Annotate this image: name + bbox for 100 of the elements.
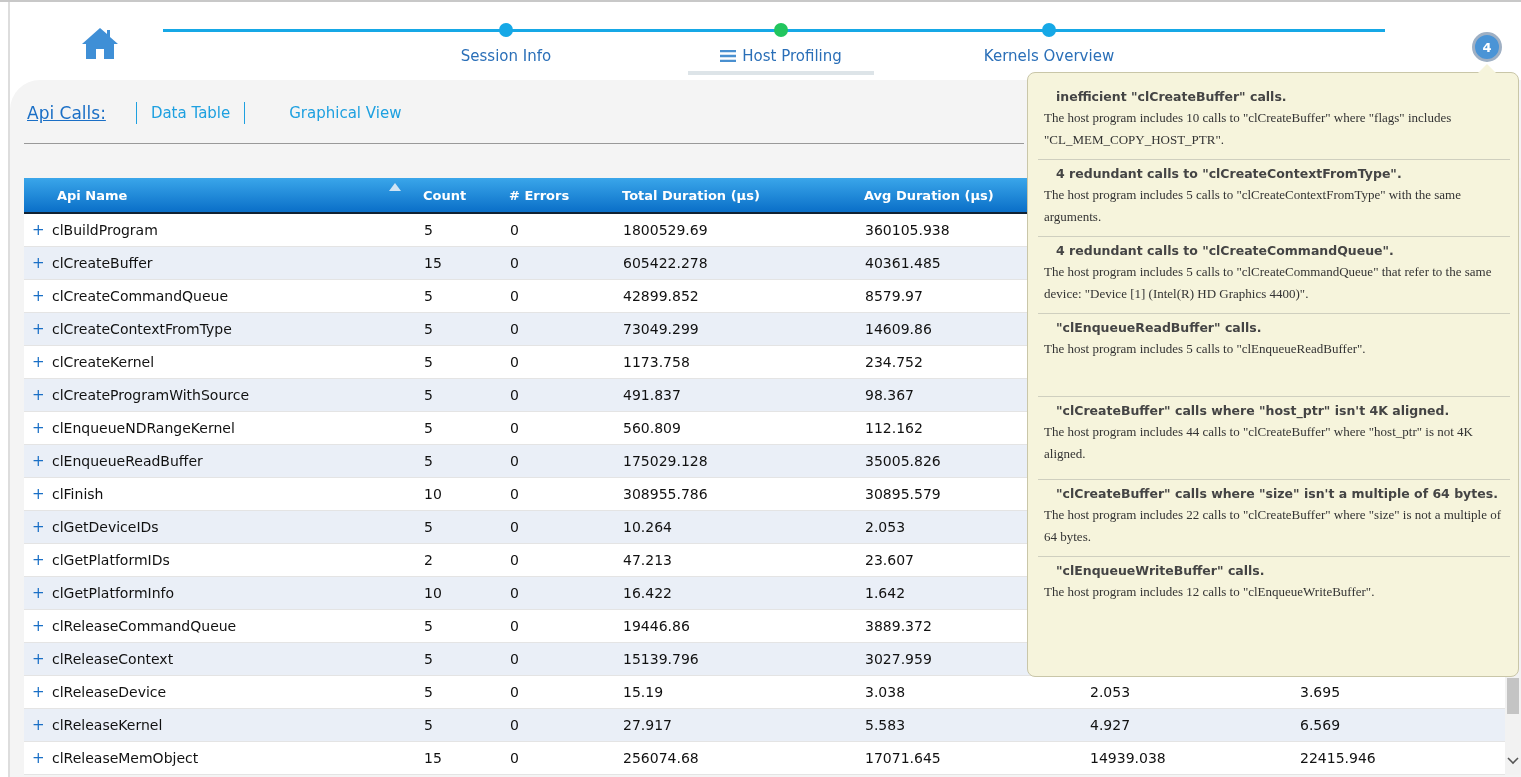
table-cell: 234.752	[865, 354, 923, 370]
expand-toggle[interactable]: +	[32, 320, 52, 338]
table-cell: clReleaseDevice	[52, 684, 167, 700]
table-cell: 0	[510, 222, 519, 238]
expand-toggle[interactable]: +	[32, 386, 52, 404]
table-cell: 0	[510, 684, 519, 700]
notification-title: inefficient "clCreateBuffer" calls.	[1055, 88, 1288, 106]
table-cell: 23.607	[865, 552, 914, 568]
column-header[interactable]: Count	[423, 187, 509, 203]
expand-toggle[interactable]: +	[32, 617, 52, 635]
table-cell: 5	[424, 453, 433, 469]
table-cell: clReleaseMemObject	[52, 750, 199, 766]
table-cell: 112.162	[865, 420, 923, 436]
table-cell: 605422.278	[623, 255, 708, 271]
table-cell: 0	[510, 321, 519, 337]
step-tab[interactable]: Kernels Overview	[951, 43, 1147, 75]
table-cell: 5	[424, 288, 433, 304]
table-cell: clCreateProgramWithSource	[52, 387, 250, 403]
table-cell: 10.264	[623, 519, 672, 535]
table-cell: 5	[424, 684, 433, 700]
table-cell: 360105.938	[865, 222, 950, 238]
table-cell: clCreateCommandQueue	[52, 288, 229, 304]
table-cell: 1800529.69	[623, 222, 708, 238]
table-cell: 22415.946	[1300, 750, 1376, 766]
step-tab[interactable]: Host Profiling	[688, 43, 874, 75]
scroll-down-icon[interactable]	[1507, 757, 1519, 765]
table-cell: 16.422	[623, 585, 672, 601]
table-cell: clCreateBuffer	[52, 255, 153, 271]
table-cell: 42899.852	[623, 288, 699, 304]
expand-toggle[interactable]: +	[32, 452, 52, 470]
home-icon[interactable]	[80, 26, 120, 60]
expand-toggle[interactable]: +	[32, 254, 52, 272]
table-cell: 1173.758	[623, 354, 690, 370]
table-cell: 2	[424, 552, 433, 568]
table-cell: clEnqueueNDRangeKernel	[52, 420, 235, 436]
table-cell: 3889.372	[865, 618, 932, 634]
expand-toggle[interactable]: +	[32, 749, 52, 767]
table-cell: 308955.786	[623, 486, 708, 502]
table-cell: 35005.826	[865, 453, 941, 469]
column-header[interactable]: Avg Duration (µs)	[864, 187, 1024, 203]
table-cell: 2.053	[1090, 684, 1131, 700]
expand-toggle[interactable]: +	[32, 353, 52, 371]
table-cell: 0	[510, 552, 519, 568]
table-cell: 0	[510, 585, 519, 601]
step-tab[interactable]: Session Info	[428, 43, 584, 75]
table-cell: clCreateKernel	[52, 354, 155, 370]
scrollbar-thumb[interactable]	[1507, 678, 1519, 714]
expand-toggle[interactable]: +	[32, 716, 52, 734]
table-cell: 47.213	[623, 552, 672, 568]
section-title-link[interactable]: Api Calls:	[27, 103, 106, 123]
column-header[interactable]: Total Duration (µs)	[622, 187, 864, 203]
notification-badge[interactable]: 4	[1472, 32, 1502, 62]
table-row[interactable]: + clReleaseKernel 5 0 27.917 5.583 4.927 6.569	[24, 709, 1505, 742]
table-cell: 40361.485	[865, 255, 941, 271]
table-cell: 14939.038	[1090, 750, 1166, 766]
expand-toggle[interactable]: +	[32, 221, 52, 239]
table-cell: 5	[424, 618, 433, 634]
notification-title: "clEnqueueReadBuffer" calls.	[1055, 319, 1263, 337]
expand-toggle[interactable]: +	[32, 419, 52, 437]
table-cell: 15139.796	[623, 651, 699, 667]
expand-toggle[interactable]: +	[32, 551, 52, 569]
column-header[interactable]: Api Name	[24, 187, 405, 203]
expand-toggle[interactable]: +	[32, 287, 52, 305]
table-cell: 5	[424, 222, 433, 238]
expand-toggle[interactable]: +	[32, 518, 52, 536]
table-cell: 0	[510, 420, 519, 436]
view-tab[interactable]: Graphical View	[275, 102, 416, 124]
table-cell: 98.367	[865, 387, 914, 403]
table-cell: 2.053	[865, 519, 906, 535]
table-cell: 5	[424, 651, 433, 667]
table-cell: 0	[510, 288, 519, 304]
table-cell: 15.19	[623, 684, 664, 700]
view-tab[interactable]: Data Table	[135, 102, 246, 124]
table-cell: 5	[424, 420, 433, 436]
table-cell: 27.917	[623, 717, 672, 733]
table-cell: 5.583	[865, 717, 906, 733]
table-cell: 491.837	[623, 387, 681, 403]
table-cell: 0	[510, 717, 519, 733]
column-header[interactable]: # Errors	[509, 187, 622, 203]
expand-toggle[interactable]: +	[32, 485, 52, 503]
expand-toggle[interactable]: +	[32, 683, 52, 701]
table-cell: 6.569	[1300, 717, 1341, 733]
table-cell: 5	[424, 519, 433, 535]
notification-text: The host program includes 10 calls to "clCreateBuffer" where "flags" includes "CL_MEM_COPY_HOST_PTR".	[1043, 109, 1453, 149]
table-cell: 30895.579	[865, 486, 941, 502]
table-cell: 3027.959	[865, 651, 932, 667]
table-cell: 175029.128	[623, 453, 708, 469]
table-cell: clGetPlatformInfo	[52, 585, 175, 601]
table-cell: 0	[510, 651, 519, 667]
table-cell: clReleaseKernel	[52, 717, 163, 733]
table-cell: 17071.645	[865, 750, 941, 766]
table-cell: clCreateContextFromType	[52, 321, 232, 337]
table-cell: clFinish	[52, 486, 104, 502]
table-row[interactable]: + clReleaseMemObject 15 0 256074.68 17071.645 14939.038 22415.946	[24, 742, 1505, 775]
table-cell: 8579.97	[865, 288, 923, 304]
table-cell: 1.642	[865, 585, 906, 601]
expand-toggle[interactable]: +	[32, 650, 52, 668]
expand-toggle[interactable]: +	[32, 584, 52, 602]
notification-title: "clEnqueueWriteBuffer" calls.	[1055, 562, 1266, 580]
table-cell: 73049.299	[623, 321, 699, 337]
